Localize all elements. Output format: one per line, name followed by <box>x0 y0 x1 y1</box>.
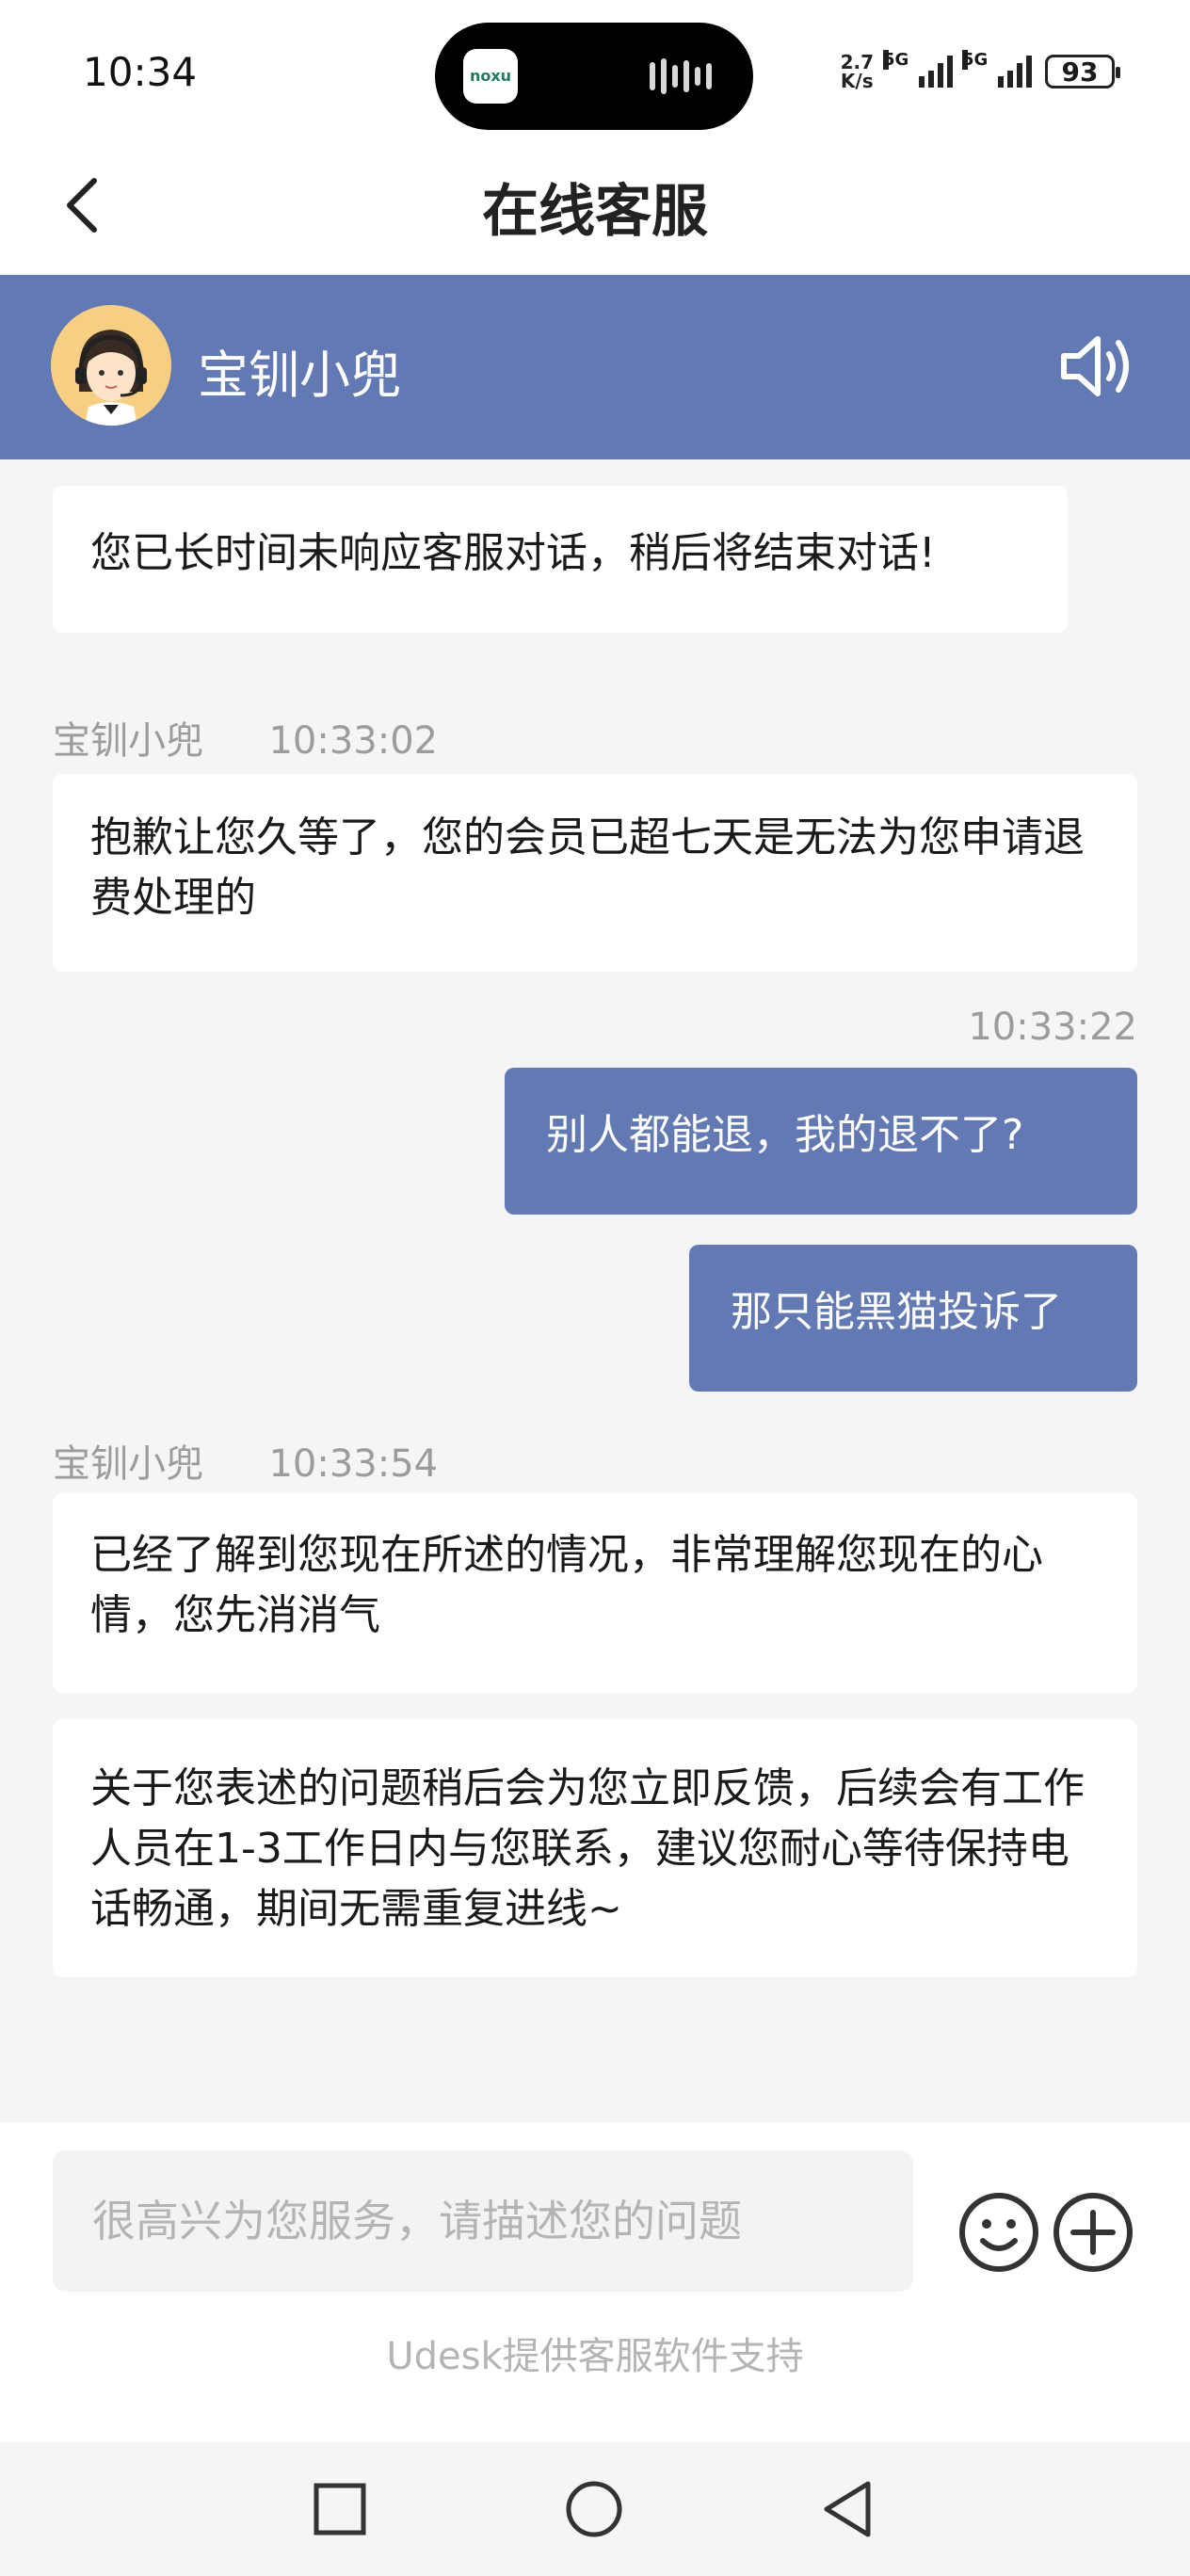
user-message: 那只能黑猫投诉了 <box>689 1245 1137 1392</box>
message-meta: 宝钏小兜 10:33:54 <box>53 1433 438 1488</box>
square-icon[interactable] <box>307 2476 373 2542</box>
dynamic-island[interactable]: noxu <box>435 23 753 130</box>
powered-by-text: Udesk提供客服软件支持 <box>386 2335 804 2378</box>
message-time: 10:33:02 <box>268 719 439 763</box>
page-title: 在线客服 <box>482 179 708 245</box>
agent-message: 已经了解到您现在所述的情况，非常理解您现在的心情，您先消消气 <box>53 1493 1137 1693</box>
status-time: 10:34 <box>83 49 198 95</box>
signal-icon: 5G <box>962 50 1032 88</box>
signal-icon: 5G <box>883 50 953 88</box>
circle-icon[interactable] <box>561 2476 627 2542</box>
user-message: 别人都能退，我的退不了? <box>505 1068 1137 1215</box>
system-indicators: 2.7 K/s 5G 5G 93 <box>840 50 1120 92</box>
triangle-back-icon[interactable] <box>815 2476 881 2542</box>
agent-name: 宝钏小兜 <box>198 346 401 405</box>
input-area: 很高兴为您服务，请描述您的问题 Udesk提供客服软件支持 <box>0 2122 1190 2442</box>
agent-message: 关于您表述的问题稍后会为您立即反馈，后续会有工作人员在1-3工作日内与您联系，建… <box>53 1719 1137 1977</box>
message-input[interactable]: 很高兴为您服务，请描述您的问题 <box>53 2150 913 2292</box>
island-app-icon: noxu <box>463 49 518 104</box>
message-time: 10:33:54 <box>268 1442 439 1486</box>
message-time: 10:33:22 <box>968 1006 1137 1049</box>
system-nav-bar <box>0 2442 1190 2576</box>
audio-wave-icon <box>650 58 712 94</box>
message-sender: 宝钏小兜 <box>53 719 203 763</box>
agent-avatar-illustration <box>75 330 147 426</box>
chat-scroll-area[interactable]: 系统 10:32:37 您已长时间未响应客服对话，稍后将结束对话! 宝钏小兜 1… <box>0 459 1190 2122</box>
agent-avatar <box>51 305 171 426</box>
message-meta: 宝钏小兜 10:33:02 <box>53 710 438 765</box>
smiley-icon[interactable] <box>957 2190 1041 2275</box>
message-sender: 宝钏小兜 <box>53 1442 203 1486</box>
agent-message: 抱歉让您久等了，您的会员已超七天是无法为您申请退费处理的 <box>53 774 1137 972</box>
plus-circle-icon[interactable] <box>1051 2190 1135 2275</box>
battery-icon: 93 <box>1045 55 1120 89</box>
speaker-icon[interactable] <box>1058 331 1135 401</box>
agent-bar: 宝钏小兜 <box>0 275 1190 459</box>
network-speed: 2.7 K/s <box>840 51 874 92</box>
status-bar: 10:34 noxu 2.7 K/s 5G 5G 93 <box>0 0 1190 141</box>
agent-message: 您已长时间未响应客服对话，稍后将结束对话! <box>53 486 1068 633</box>
app-header: 在线客服 <box>0 141 1190 273</box>
